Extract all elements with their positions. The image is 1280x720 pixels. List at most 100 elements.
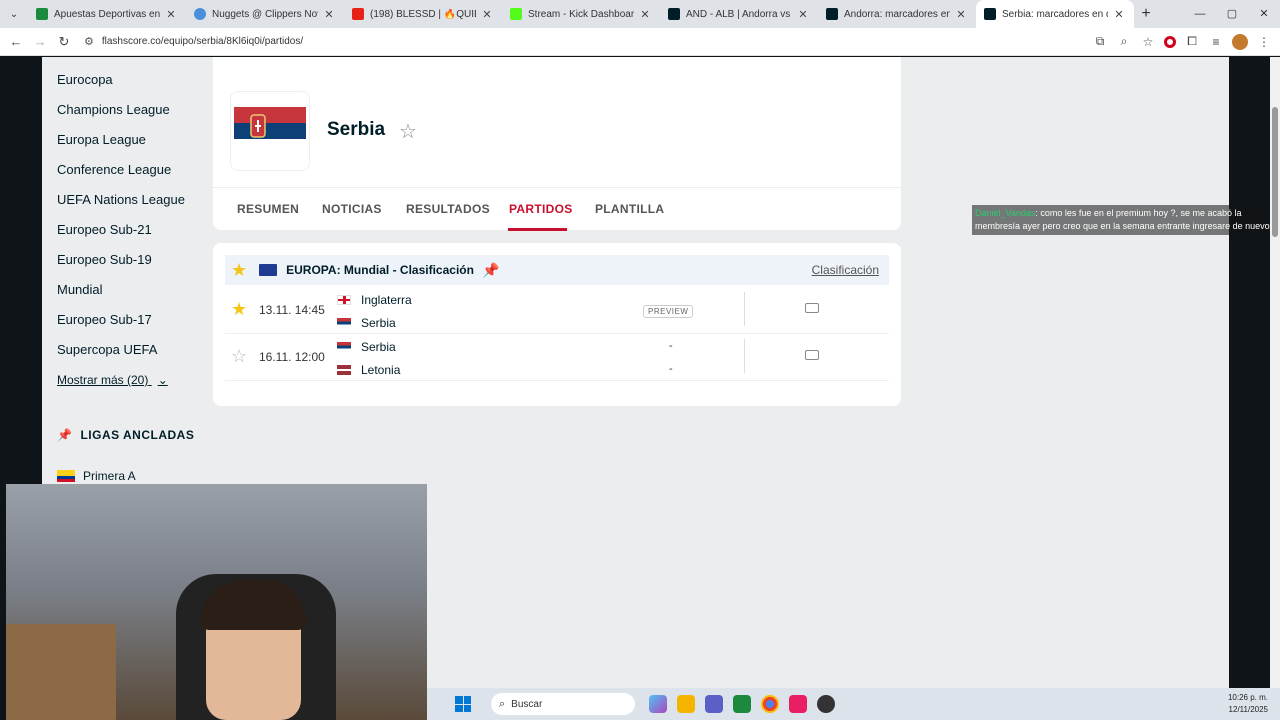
url-text[interactable]: flashscore.co/equipo/serbia/8Kl6iq0i/par… bbox=[102, 36, 303, 47]
close-icon[interactable]: ✕ bbox=[322, 8, 336, 21]
browser-tab-7[interactable]: Serbia: marcadores en directo ✕ bbox=[976, 0, 1134, 28]
avatar[interactable] bbox=[1232, 33, 1248, 50]
match-row[interactable]: ★ 13.11. 14:45 Inglaterra Serbia PREVIEW bbox=[225, 288, 889, 334]
tv-icon[interactable] bbox=[805, 303, 819, 313]
menu-icon[interactable]: ⋮ bbox=[1256, 35, 1272, 49]
sidebar-item[interactable]: Europeo Sub-17 bbox=[57, 312, 152, 327]
tv-icon[interactable] bbox=[805, 350, 819, 360]
minimize-icon[interactable]: — bbox=[1184, 0, 1216, 28]
tab-favicon-icon bbox=[510, 8, 522, 20]
tab-favicon-icon bbox=[984, 8, 996, 20]
favorite-star-icon[interactable]: ☆ bbox=[399, 119, 417, 144]
install-app-icon[interactable]: ⧉ bbox=[1092, 34, 1108, 49]
extensions-icon[interactable]: ⧠ bbox=[1184, 34, 1200, 49]
sidebar-item[interactable]: Champions League bbox=[57, 102, 170, 117]
competition-name[interactable]: EUROPA: Mundial - Clasificación bbox=[286, 263, 474, 277]
sidebar-item[interactable]: Europa League bbox=[57, 132, 146, 147]
browser-tab-2[interactable]: Nuggets @ Clippers Nov 12 | G ✕ bbox=[186, 0, 344, 28]
tab-favicon-icon bbox=[36, 8, 48, 20]
obs-icon[interactable] bbox=[817, 695, 835, 713]
sidebar-item[interactable]: Mundial bbox=[57, 282, 103, 297]
home-score: - bbox=[669, 340, 673, 352]
copilot-icon[interactable] bbox=[649, 695, 667, 713]
show-more-link[interactable]: Mostrar más (20) ⌄ bbox=[57, 373, 168, 387]
tab-resumen[interactable]: RESUMEN bbox=[237, 202, 299, 216]
sidebar-item[interactable]: Supercopa UEFA bbox=[57, 342, 157, 357]
tab-partidos[interactable]: PARTIDOS bbox=[509, 202, 573, 216]
new-tab-button[interactable]: + bbox=[1134, 5, 1158, 23]
away-team-name: Letonia bbox=[361, 363, 401, 377]
bookmark-star-icon[interactable]: ☆ bbox=[1140, 35, 1156, 49]
tab-title: (198) BLESSD | 🔥QUIEN T bbox=[370, 8, 476, 20]
star-filled-icon[interactable]: ★ bbox=[231, 299, 247, 320]
star-filled-icon[interactable]: ★ bbox=[231, 260, 247, 281]
close-icon[interactable]: ✕ bbox=[954, 8, 968, 21]
zoom-icon[interactable]: ⌕ bbox=[1116, 34, 1132, 49]
url-field[interactable]: ⚙ flashscore.co/equipo/serbia/8Kl6iq0i/p… bbox=[84, 31, 1092, 53]
tab-noticias[interactable]: NOTICIAS bbox=[322, 202, 382, 216]
browser-tab-5[interactable]: AND - ALB | Andorra vs Albania ✕ bbox=[660, 0, 818, 28]
file-explorer-icon[interactable] bbox=[677, 695, 695, 713]
fixtures-card: ★ EUROPA: Mundial - Clasificación 📌 Clas… bbox=[213, 243, 901, 406]
opera-icon[interactable] bbox=[1164, 35, 1176, 48]
pin-icon: 📌 bbox=[57, 428, 73, 442]
forward-icon[interactable]: → bbox=[28, 34, 52, 49]
match-row[interactable]: ☆ 16.11. 12:00 Serbia Letonia - - bbox=[225, 335, 889, 381]
media-icon[interactable]: ≡ bbox=[1208, 35, 1224, 49]
pinned-item[interactable]: Primera A bbox=[57, 469, 136, 483]
divider bbox=[744, 292, 745, 326]
tab-title: Andorra: marcadores en directo bbox=[844, 8, 950, 20]
close-icon[interactable]: ✕ bbox=[164, 8, 178, 21]
page-title: Serbia bbox=[327, 119, 386, 140]
browser-tabbar: ⌄ Apuestas Deportivas en Vivo | A ✕ Nugg… bbox=[0, 0, 1280, 28]
browser-tab-4[interactable]: Stream - Kick Dashboard ✕ bbox=[502, 0, 660, 28]
windows-taskbar: ⌕ Buscar 10:26 p. m. 12/11/2025 bbox=[427, 688, 1280, 720]
sidebar-item[interactable]: UEFA Nations League bbox=[57, 192, 185, 207]
pinned-heading-text: LIGAS ANCLADAS bbox=[80, 428, 195, 442]
window-controls: — ▢ ✕ bbox=[1184, 0, 1280, 28]
tab-title: Stream - Kick Dashboard bbox=[528, 8, 634, 20]
close-icon[interactable]: ✕ bbox=[1112, 8, 1126, 21]
away-team-name: Serbia bbox=[361, 316, 396, 330]
taskbar-clock[interactable]: 10:26 p. m. 12/11/2025 bbox=[1228, 692, 1268, 716]
home-team-name: Serbia bbox=[361, 340, 396, 354]
divider bbox=[744, 339, 745, 373]
close-icon[interactable]: ✕ bbox=[638, 8, 652, 21]
competition-header: ★ EUROPA: Mundial - Clasificación 📌 Clas… bbox=[225, 255, 889, 285]
webcam-shelf bbox=[6, 624, 116, 720]
tab-plantilla[interactable]: PLANTILLA bbox=[595, 202, 664, 216]
tiktok-icon[interactable] bbox=[789, 695, 807, 713]
back-icon[interactable]: ← bbox=[4, 34, 28, 49]
sidebar-item[interactable]: Europeo Sub-19 bbox=[57, 252, 152, 267]
chrome-icon[interactable] bbox=[761, 695, 779, 713]
scrollbar[interactable] bbox=[1270, 57, 1280, 688]
search-icon: ⌕ bbox=[499, 697, 506, 710]
close-window-icon[interactable]: ✕ bbox=[1248, 0, 1280, 28]
browser-tab-6[interactable]: Andorra: marcadores en directo ✕ bbox=[818, 0, 976, 28]
maximize-icon[interactable]: ▢ bbox=[1216, 0, 1248, 28]
close-icon[interactable]: ✕ bbox=[796, 8, 810, 21]
pin-icon[interactable]: 📌 bbox=[482, 262, 499, 279]
scrollbar-thumb[interactable] bbox=[1272, 107, 1278, 237]
sidebar-item[interactable]: Eurocopa bbox=[57, 72, 113, 87]
tab-resultados[interactable]: RESULTADOS bbox=[406, 202, 490, 216]
sidebar-item[interactable]: Conference League bbox=[57, 162, 171, 177]
reload-icon[interactable]: ↻ bbox=[52, 34, 76, 50]
preview-badge[interactable]: PREVIEW bbox=[643, 305, 694, 318]
site-info-icon[interactable]: ⚙ bbox=[84, 35, 94, 48]
webcam-overlay bbox=[6, 484, 427, 720]
sidebar-item[interactable]: Europeo Sub-21 bbox=[57, 222, 152, 237]
tab-title: Nuggets @ Clippers Nov 12 | G bbox=[212, 8, 318, 20]
close-icon[interactable]: ✕ bbox=[480, 8, 494, 21]
home-team: Serbia bbox=[337, 340, 396, 354]
star-outline-icon[interactable]: ☆ bbox=[231, 346, 247, 367]
teams-icon[interactable] bbox=[705, 695, 723, 713]
browser-tab-1[interactable]: Apuestas Deportivas en Vivo | A ✕ bbox=[28, 0, 186, 28]
capcut-icon[interactable] bbox=[733, 695, 751, 713]
standings-link[interactable]: Clasificación bbox=[812, 263, 879, 277]
tab-favicon-icon bbox=[826, 8, 838, 20]
tab-search-icon[interactable]: ⌄ bbox=[0, 0, 28, 28]
windows-start-icon[interactable] bbox=[455, 696, 471, 712]
taskbar-search[interactable]: ⌕ Buscar bbox=[491, 693, 635, 715]
browser-tab-3[interactable]: (198) BLESSD | 🔥QUIEN T ✕ bbox=[344, 0, 502, 28]
